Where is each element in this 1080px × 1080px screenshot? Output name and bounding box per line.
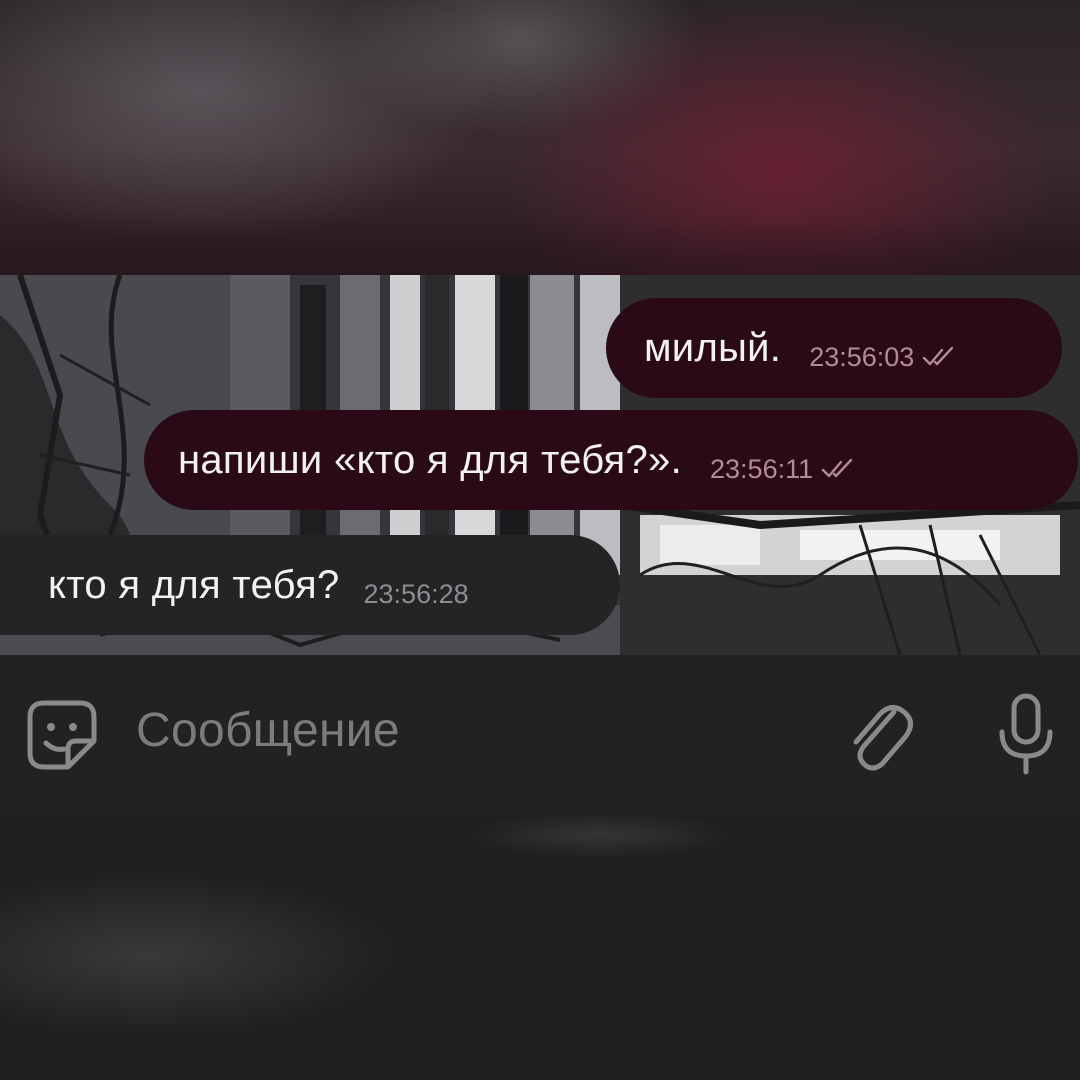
message-text: кто я для тебя? <box>48 562 340 607</box>
outgoing-message[interactable]: милый. 23:56:03 <box>606 298 1062 398</box>
message-text: милый. <box>644 325 782 370</box>
read-double-check-icon <box>821 458 853 478</box>
message-time: 23:56:28 <box>363 578 469 609</box>
message-text: напиши «кто я для тебя?». <box>178 437 683 482</box>
outgoing-message[interactable]: напиши «кто я для тебя?». 23:56:11 <box>144 410 1078 510</box>
blurred-header-background <box>0 0 1080 275</box>
sticker-emoji-icon[interactable] <box>24 697 100 773</box>
message-time: 23:56:03 <box>809 341 915 372</box>
screen: милый. 23:56:03 напиши «кто я для тебя?»… <box>0 0 1080 1080</box>
paperclip-icon[interactable] <box>840 690 920 780</box>
incoming-message[interactable]: кто я для тебя? 23:56:28 <box>0 535 620 635</box>
blurred-keyboard-area <box>0 815 1080 1080</box>
microphone-icon[interactable] <box>992 690 1060 780</box>
message-time: 23:56:11 <box>710 453 814 484</box>
message-input[interactable]: Сообщение <box>136 703 400 758</box>
read-double-check-icon <box>923 346 954 366</box>
